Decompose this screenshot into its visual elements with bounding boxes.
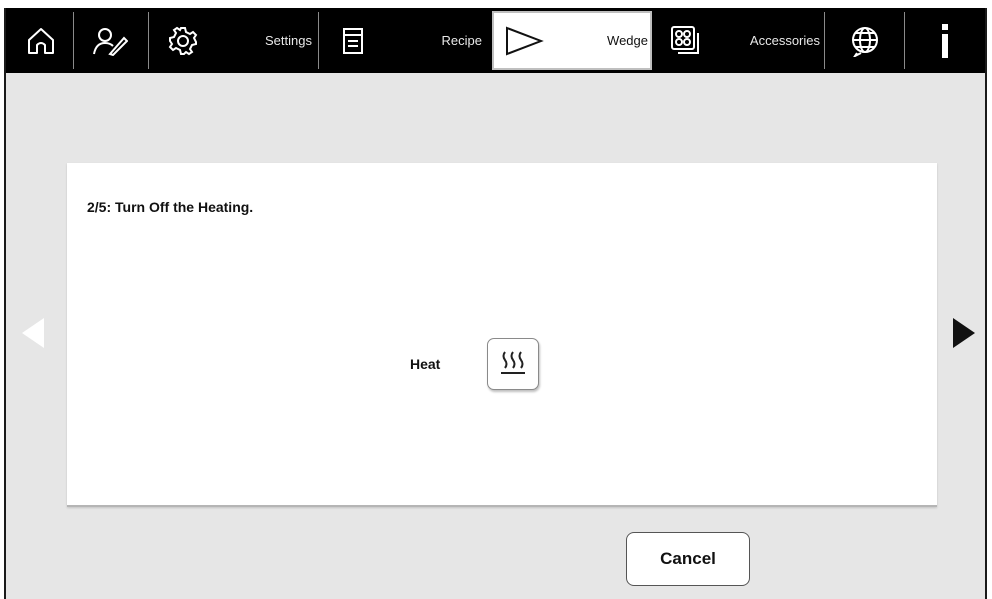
info-icon <box>938 23 952 58</box>
next-step-arrow[interactable] <box>953 318 975 348</box>
top-toolbar: Settings Recipe Wedge Accessories <box>6 8 985 73</box>
heat-button[interactable] <box>487 338 539 390</box>
previous-step-arrow[interactable] <box>22 318 44 348</box>
globe-icon <box>849 25 881 57</box>
toolbar-divider <box>904 12 905 69</box>
heat-icon <box>498 347 528 382</box>
toolbar-divider <box>318 12 319 69</box>
cancel-button[interactable]: Cancel <box>626 532 750 586</box>
user-edit-icon <box>92 26 128 56</box>
user-edit-button[interactable] <box>79 8 141 73</box>
wedge-icon <box>504 25 544 57</box>
toolbar-divider <box>73 12 74 69</box>
heat-label: Heat <box>410 356 441 372</box>
recipe-icon <box>338 26 368 56</box>
wedge-label: Wedge <box>607 33 648 48</box>
toolbar-divider <box>148 12 149 69</box>
instruction-panel: 2/5: Turn Off the Heating. Heat <box>67 163 937 507</box>
info-button[interactable] <box>910 8 980 73</box>
home-icon <box>26 26 56 56</box>
accessories-icon <box>670 25 704 57</box>
gear-icon <box>168 26 198 56</box>
app-window: Settings Recipe Wedge Accessories 2/5: T… <box>4 8 987 599</box>
accessories-label: Accessories <box>749 33 820 48</box>
toolbar-divider <box>824 12 825 69</box>
recipe-label: Recipe <box>441 33 482 48</box>
settings-label: Settings <box>265 33 312 48</box>
accessories-button[interactable]: Accessories <box>664 8 822 73</box>
recipe-button[interactable]: Recipe <box>324 8 484 73</box>
settings-button[interactable]: Settings <box>154 8 316 73</box>
tab-wedge[interactable]: Wedge <box>492 11 652 70</box>
home-button[interactable] <box>16 8 66 73</box>
step-title: 2/5: Turn Off the Heating. <box>87 199 254 215</box>
language-button[interactable] <box>830 8 900 73</box>
